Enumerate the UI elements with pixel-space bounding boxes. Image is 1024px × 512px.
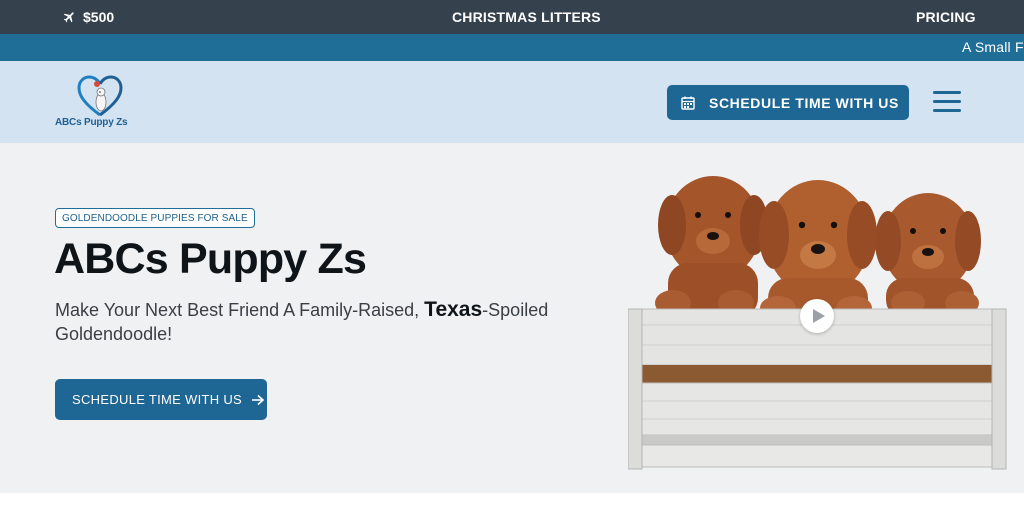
arrow-right-icon	[252, 394, 265, 405]
puppy-left	[655, 176, 768, 318]
hero-title: ABCs Puppy Zs	[54, 235, 367, 283]
puppies-video[interactable]	[627, 153, 1008, 473]
subtitle-part-1: Make Your Next Best Friend A Family-Rais…	[55, 300, 425, 320]
top-bar: $500 CHRISTMAS LITTERS PRICING	[0, 0, 1024, 34]
promo-link[interactable]: $500	[62, 0, 114, 34]
ticker-text: A Small F	[962, 39, 1024, 55]
hero-tag: GOLDENDOODLE PUPPIES FOR SALE	[55, 208, 255, 228]
site-logo[interactable]: ABCs Puppy Zs	[55, 74, 145, 132]
logo-heart-dog-icon	[77, 75, 123, 117]
christmas-litters-link[interactable]: CHRISTMAS LITTERS	[452, 0, 601, 34]
schedule-button-label: SCHEDULE TIME WITH US	[709, 94, 899, 111]
site-header: ABCs Puppy Zs SCHEDULE TIME WITH US	[0, 61, 1024, 143]
play-icon[interactable]	[800, 299, 834, 333]
hero-schedule-button[interactable]: SCHEDULE TIME WITH US	[55, 379, 267, 420]
promo-text: $500	[83, 9, 115, 25]
announcement-ticker: A Small F	[0, 34, 1024, 61]
airplane-icon	[63, 12, 74, 23]
logo-text: ABCs Puppy Zs	[55, 117, 128, 128]
pricing-link[interactable]: PRICING	[916, 0, 976, 34]
hero-section: GOLDENDOODLE PUPPIES FOR SALE ABCs Puppy…	[0, 143, 1024, 493]
schedule-time-button[interactable]: SCHEDULE TIME WITH US	[667, 85, 909, 120]
calendar-icon	[681, 96, 695, 110]
puppy-right	[875, 193, 981, 318]
wooden-crate	[627, 308, 1007, 470]
hamburger-menu-icon[interactable]	[933, 91, 961, 113]
hero-subtitle: Make Your Next Best Friend A Family-Rais…	[55, 298, 595, 346]
subtitle-bold: Texas	[424, 298, 483, 321]
hero-cta-label: SCHEDULE TIME WITH US	[72, 392, 243, 407]
